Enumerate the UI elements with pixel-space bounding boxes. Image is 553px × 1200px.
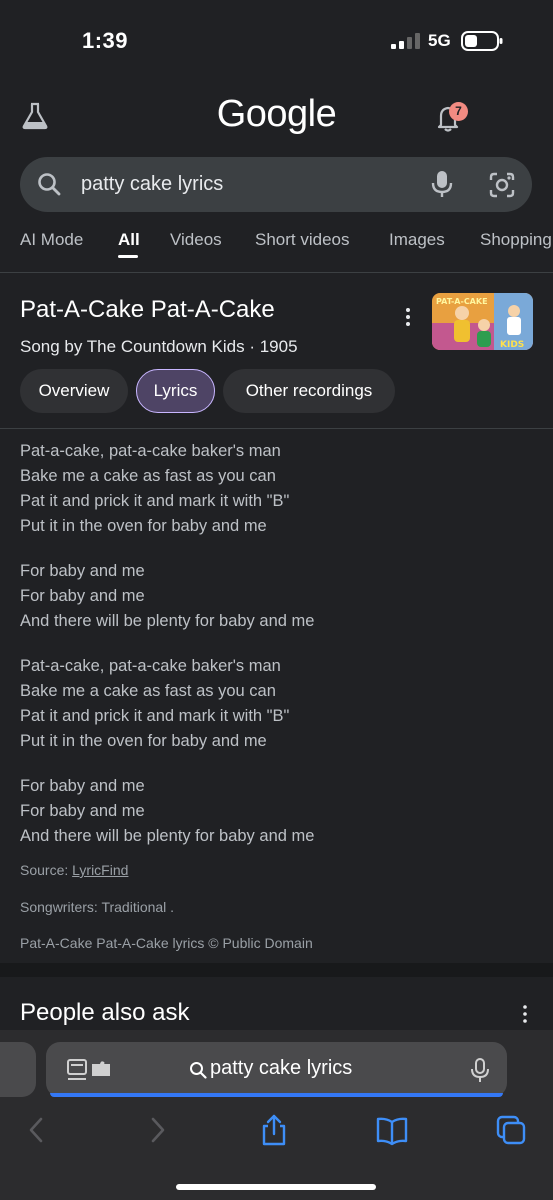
more-options-icon[interactable] <box>400 306 416 328</box>
lyric-line: Bake me a cake as fast as you can <box>20 467 276 485</box>
song-title: Pat-A-Cake Pat-A-Cake <box>20 296 275 323</box>
network-type: 5G <box>428 31 451 50</box>
lyric-line: And there will be plenty for baby and me <box>20 827 315 845</box>
svg-text:PAT-A-CAKE: PAT-A-CAKE <box>436 297 488 306</box>
bookmarks-icon[interactable] <box>375 1113 409 1147</box>
chip-overview[interactable]: Overview <box>20 369 128 413</box>
page-menu-icon[interactable] <box>66 1058 114 1082</box>
voice-search-mic-icon[interactable] <box>429 169 455 199</box>
address-mic-icon[interactable] <box>470 1058 490 1084</box>
forward-icon[interactable] <box>140 1113 174 1147</box>
tab-short-videos[interactable]: Short videos <box>255 230 350 250</box>
chips-divider <box>0 428 553 429</box>
status-time: 1:39 <box>82 28 129 53</box>
lyric-line: For baby and me <box>20 587 145 605</box>
people-also-ask-more-icon[interactable] <box>517 1004 533 1024</box>
tab-images[interactable]: Images <box>389 230 445 250</box>
lyric-line: Put it in the oven for baby and me <box>20 517 267 535</box>
lyric-line: Put it in the oven for baby and me <box>20 732 267 750</box>
lyric-line: And there will be plenty for baby and me <box>20 612 315 630</box>
lyrics-source: Source: LyricFind <box>20 862 128 878</box>
song-subtitle: Song by The Countdown Kids · 1905 <box>20 337 298 356</box>
tab-all[interactable]: All <box>118 230 140 250</box>
lyric-line: Bake me a cake as fast as you can <box>20 682 276 700</box>
tabs-overview-icon[interactable] <box>494 1113 528 1147</box>
notification-badge: 7 <box>449 102 468 121</box>
battery-icon <box>461 31 503 51</box>
songwriters-text: Songwriters: Traditional . <box>20 899 175 915</box>
lyrics-stanza: For baby and me For baby and me And ther… <box>20 559 540 634</box>
search-icon <box>38 173 61 196</box>
cellular-signal-icon <box>391 33 420 49</box>
lyric-line: Pat it and prick it and mark it with "B" <box>20 492 290 510</box>
share-icon[interactable] <box>257 1113 291 1147</box>
lyrics-stanza: Pat-a-cake, pat-a-cake baker's man Bake … <box>20 654 540 754</box>
search-input[interactable]: patty cake lyrics <box>81 173 223 196</box>
lyrics-block: Pat-a-cake, pat-a-cake baker's man Bake … <box>20 439 540 869</box>
source-label: Source: <box>20 862 73 878</box>
chip-other-recordings[interactable]: Other recordings <box>223 369 395 413</box>
people-also-ask-heading: People also ask <box>20 999 190 1026</box>
google-logo[interactable]: Google <box>0 93 553 136</box>
search-box[interactable]: patty cake lyrics <box>20 157 532 212</box>
previous-tab-peek[interactable] <box>0 1042 36 1097</box>
tab-ai-mode[interactable]: AI Mode <box>20 230 83 250</box>
chip-lyrics[interactable]: Lyrics <box>136 369 215 413</box>
active-tab-indicator <box>118 255 138 258</box>
address-bar-text[interactable]: patty cake lyrics <box>210 1057 352 1080</box>
back-icon[interactable] <box>20 1113 54 1147</box>
lyric-line: For baby and me <box>20 562 145 580</box>
copyright-text: Pat-A-Cake Pat-A-Cake lyrics © Public Do… <box>20 935 313 951</box>
home-indicator <box>176 1184 376 1190</box>
lyric-line: For baby and me <box>20 777 145 795</box>
tab-videos[interactable]: Videos <box>170 230 222 250</box>
tabs-divider <box>0 272 553 273</box>
lyrics-stanza: Pat-a-cake, pat-a-cake baker's man Bake … <box>20 439 540 539</box>
lyricfind-link[interactable]: LyricFind <box>72 862 128 878</box>
lyrics-stanza: For baby and me For baby and me And ther… <box>20 774 540 849</box>
song-thumbnail[interactable]: PAT-A-CAKE KIDS <box>432 293 533 350</box>
section-separator <box>0 963 553 977</box>
lyric-line: Pat it and prick it and mark it with "B" <box>20 707 290 725</box>
tab-shopping[interactable]: Shopping <box>480 230 552 250</box>
lyric-line: Pat-a-cake, pat-a-cake baker's man <box>20 442 281 460</box>
address-search-icon <box>190 1062 207 1079</box>
google-lens-icon[interactable] <box>487 170 517 200</box>
page-load-progress <box>50 1093 503 1097</box>
lyric-line: Pat-a-cake, pat-a-cake baker's man <box>20 657 281 675</box>
lyric-line: For baby and me <box>20 802 145 820</box>
svg-text:KIDS: KIDS <box>500 340 524 350</box>
